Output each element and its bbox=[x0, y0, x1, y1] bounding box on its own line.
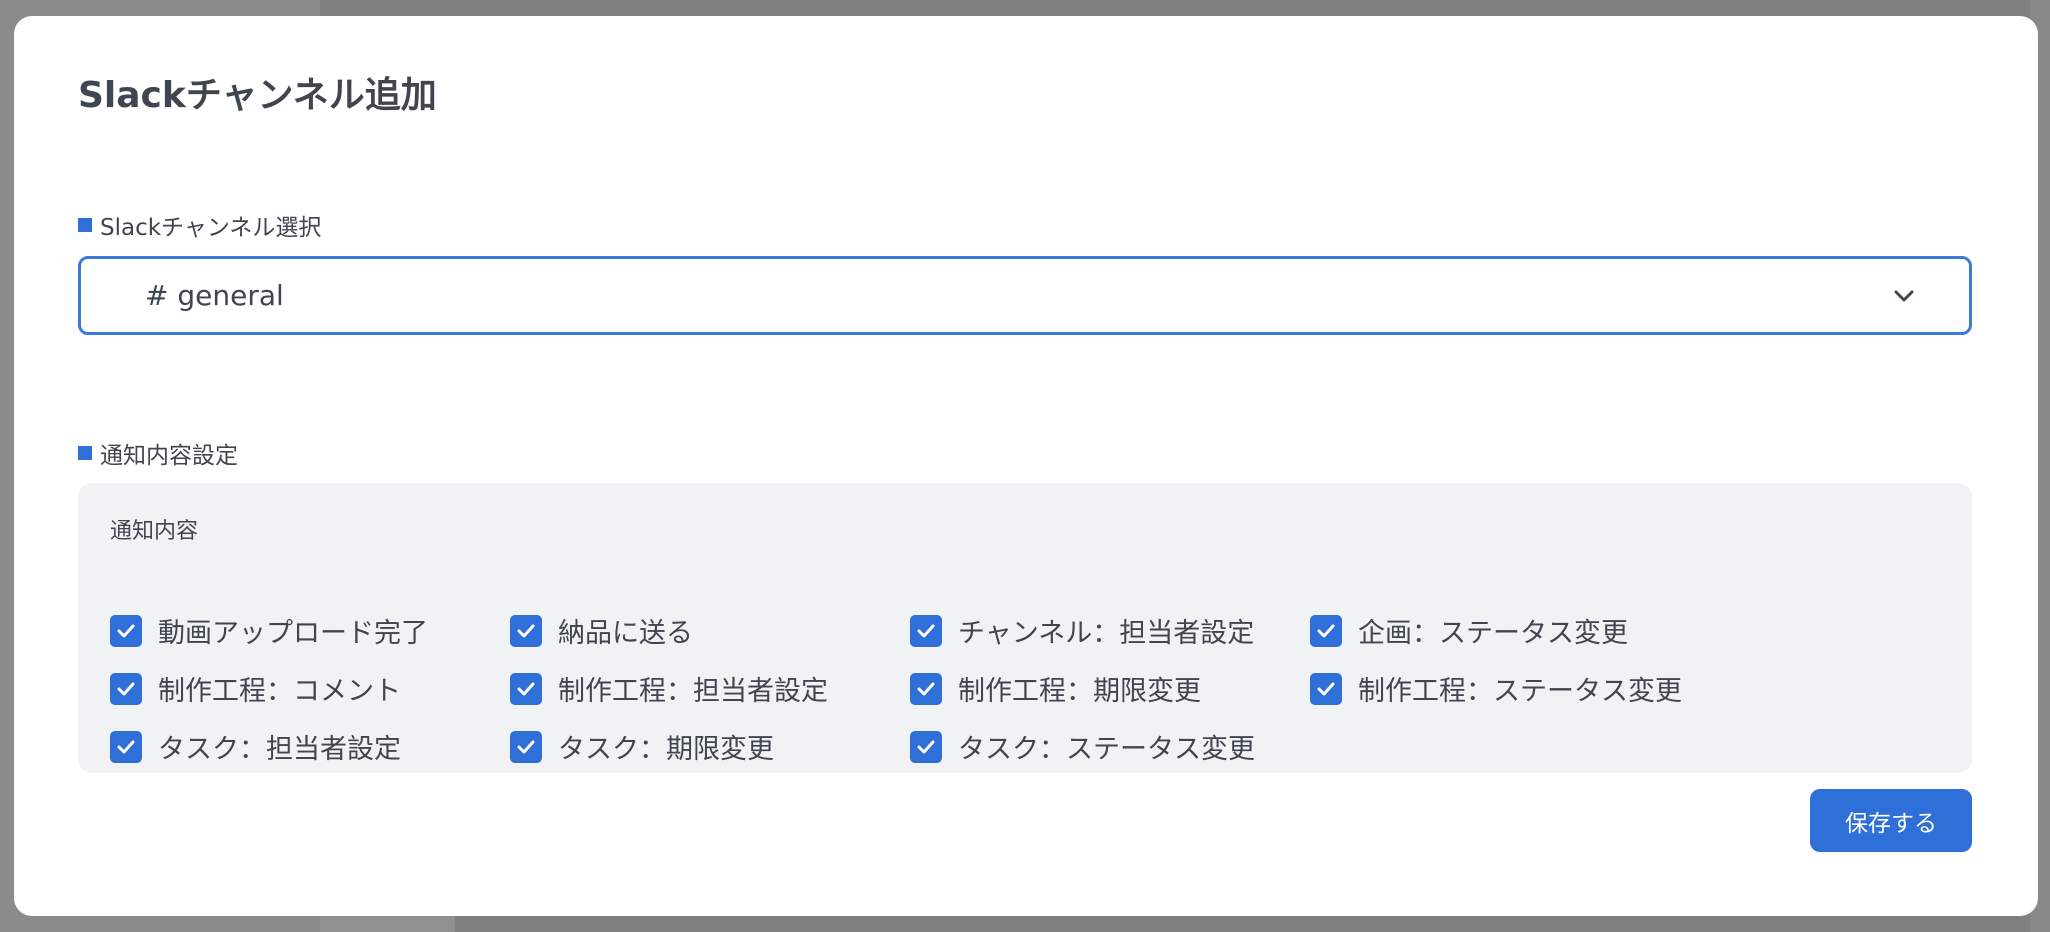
notify-options-box: 通知内容 動画アップロード完了 納品に送る チャンネル：担当者設定 企画：ステー… bbox=[78, 483, 1972, 773]
checkbox-label: タスク：期限変更 bbox=[558, 734, 774, 765]
checkbox[interactable] bbox=[510, 672, 542, 705]
checkbox-label: 企画：ステータス変更 bbox=[1358, 618, 1628, 649]
checkbox-item[interactable]: 制作工程：コメント bbox=[110, 669, 401, 708]
checkbox-item[interactable]: タスク：担当者設定 bbox=[110, 727, 401, 766]
checkbox-item[interactable]: 納品に送る bbox=[510, 611, 693, 650]
checkbox-label: タスク：担当者設定 bbox=[158, 734, 401, 765]
checkbox-item[interactable]: チャンネル：担当者設定 bbox=[910, 611, 1254, 650]
checkmark-icon bbox=[517, 740, 535, 753]
checkmark-icon bbox=[117, 740, 135, 753]
checkbox-label: チャンネル：担当者設定 bbox=[958, 618, 1255, 649]
notify-section-label: 通知内容設定 bbox=[78, 436, 238, 470]
notify-box-title: 通知内容 bbox=[110, 519, 199, 544]
checkbox-item[interactable]: 制作工程：ステータス変更 bbox=[1310, 669, 1682, 708]
checkbox-label: 制作工程：ステータス変更 bbox=[1358, 676, 1682, 707]
checkbox-item[interactable]: 企画：ステータス変更 bbox=[1310, 611, 1628, 650]
checkbox-label: 制作工程：担当者設定 bbox=[558, 676, 828, 707]
checkmark-icon bbox=[1317, 682, 1335, 695]
checkbox[interactable] bbox=[110, 672, 142, 705]
checkbox-label: 制作工程：期限変更 bbox=[958, 676, 1201, 707]
checkbox[interactable] bbox=[910, 672, 942, 705]
checkbox[interactable] bbox=[910, 730, 942, 763]
section-marker-icon bbox=[78, 446, 92, 460]
checkbox-label: 制作工程：コメント bbox=[158, 676, 401, 707]
notify-section-label-text: 通知内容設定 bbox=[100, 443, 238, 469]
checkbox-item[interactable]: 制作工程：担当者設定 bbox=[510, 669, 828, 708]
modal-title: Slackチャンネル追加 bbox=[78, 75, 437, 116]
checkmark-icon bbox=[117, 682, 135, 695]
section-marker-icon bbox=[78, 218, 92, 232]
checkbox-item[interactable]: 制作工程：期限変更 bbox=[910, 669, 1201, 708]
checkbox-label: 納品に送る bbox=[558, 618, 693, 649]
checkmark-icon bbox=[517, 682, 535, 695]
checkmark-icon bbox=[917, 740, 935, 753]
checkbox[interactable] bbox=[510, 730, 542, 763]
channel-section-label: Slackチャンネル選択 bbox=[78, 208, 321, 242]
checkmark-icon bbox=[917, 624, 935, 637]
checkbox[interactable] bbox=[110, 614, 142, 647]
checkbox-item[interactable]: 動画アップロード完了 bbox=[110, 611, 428, 650]
checkbox[interactable] bbox=[910, 614, 942, 647]
checkbox-item[interactable]: タスク：期限変更 bbox=[510, 727, 774, 766]
checkmark-icon bbox=[917, 682, 935, 695]
checkbox-item[interactable]: タスク：ステータス変更 bbox=[910, 727, 1255, 766]
checkbox-label: 動画アップロード完了 bbox=[158, 618, 428, 649]
chevron-down-icon bbox=[1894, 290, 1914, 302]
checkbox[interactable] bbox=[110, 730, 142, 763]
save-button[interactable]: 保存する bbox=[1810, 789, 1972, 852]
checkbox-label: タスク：ステータス変更 bbox=[958, 734, 1255, 765]
slack-channel-modal: Slackチャンネル追加 Slackチャンネル選択 # general 通知内容… bbox=[14, 16, 2038, 916]
channel-select[interactable]: # general bbox=[78, 256, 1972, 335]
checkmark-icon bbox=[1317, 624, 1335, 637]
channel-select-value: # general bbox=[145, 279, 284, 312]
checkmark-icon bbox=[117, 624, 135, 637]
channel-section-label-text: Slackチャンネル選択 bbox=[100, 215, 322, 241]
checkmark-icon bbox=[517, 624, 535, 637]
checkbox[interactable] bbox=[510, 614, 542, 647]
checkbox[interactable] bbox=[1310, 672, 1342, 705]
checkbox[interactable] bbox=[1310, 614, 1342, 647]
